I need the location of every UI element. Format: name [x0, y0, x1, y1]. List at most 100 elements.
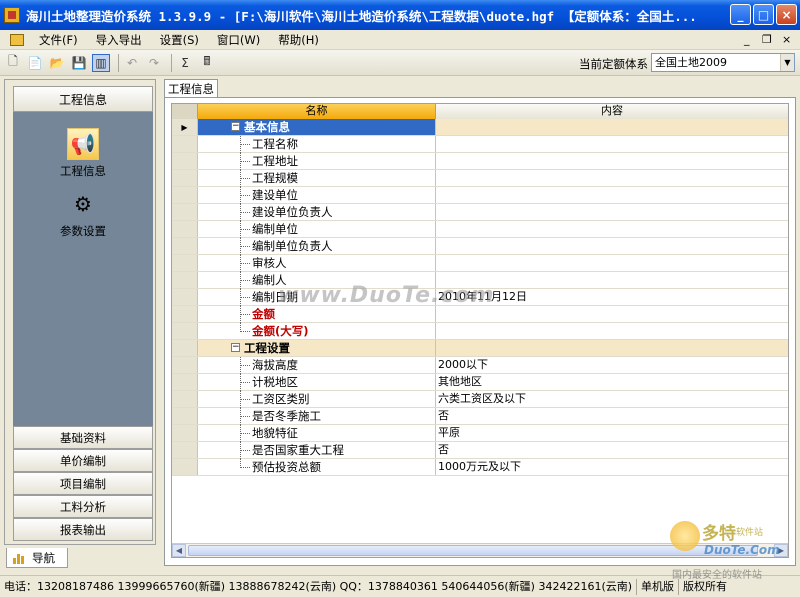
- nav-item-project-info[interactable]: 📢 工程信息: [13, 128, 153, 179]
- group-name-cell[interactable]: − 基本信息: [198, 119, 436, 135]
- property-name-cell[interactable]: 是否冬季施工: [198, 408, 436, 425]
- table-row[interactable]: 是否冬季施工 否: [172, 408, 788, 425]
- property-name-cell[interactable]: 建设单位负责人: [198, 204, 436, 221]
- property-value-cell[interactable]: [436, 136, 788, 152]
- scroll-right-icon[interactable]: ▶: [774, 544, 788, 557]
- row-indicator[interactable]: ▶: [172, 119, 198, 135]
- collapse-icon[interactable]: −: [231, 122, 240, 131]
- property-value-cell[interactable]: 平原: [436, 425, 788, 441]
- table-row[interactable]: 金额: [172, 306, 788, 323]
- property-value-cell[interactable]: 否: [436, 408, 788, 424]
- row-indicator[interactable]: [172, 442, 198, 458]
- property-value-cell[interactable]: 2000以下: [436, 357, 788, 373]
- table-row[interactable]: 地貌特征 平原: [172, 425, 788, 442]
- close-button[interactable]: ×: [776, 4, 797, 25]
- mdi-close-button[interactable]: ×: [782, 33, 791, 46]
- mdi-minimize-button[interactable]: _: [744, 33, 750, 46]
- row-indicator[interactable]: [172, 391, 198, 407]
- table-row[interactable]: 编制单位: [172, 221, 788, 238]
- nav-item-parameter-settings[interactable]: ⚙ 参数设置: [13, 188, 153, 239]
- row-indicator[interactable]: [172, 306, 198, 322]
- table-row[interactable]: 是否国家重大工程 否: [172, 442, 788, 459]
- table-row[interactable]: 建设单位负责人: [172, 204, 788, 221]
- mdi-restore-button[interactable]: ❐: [762, 33, 772, 46]
- property-name-cell[interactable]: 预估投资总额: [198, 459, 436, 475]
- property-value-cell[interactable]: 其他地区: [436, 374, 788, 390]
- table-row[interactable]: 金额(大写): [172, 323, 788, 340]
- row-indicator[interactable]: [172, 425, 198, 441]
- property-name-cell[interactable]: 海拔高度: [198, 357, 436, 374]
- property-value-cell[interactable]: [436, 272, 788, 288]
- property-value-cell[interactable]: [436, 238, 788, 254]
- property-name-cell[interactable]: 编制日期: [198, 289, 436, 306]
- property-value-cell[interactable]: 否: [436, 442, 788, 458]
- row-indicator[interactable]: [172, 357, 198, 373]
- sum-icon[interactable]: Σ: [176, 54, 194, 72]
- table-row[interactable]: 工资区类别 六类工资区及以下: [172, 391, 788, 408]
- property-value-cell[interactable]: [436, 323, 788, 339]
- row-indicator[interactable]: [172, 170, 198, 186]
- norm-system-select[interactable]: 全国土地2009 ▼: [651, 53, 795, 72]
- minimize-button[interactable]: _: [730, 4, 751, 25]
- table-row[interactable]: 预估投资总额 1000万元及以下: [172, 459, 788, 476]
- app-icon[interactable]: [4, 7, 20, 23]
- property-name-cell[interactable]: 编制单位负责人: [198, 238, 436, 255]
- new-document-icon[interactable]: 📄: [26, 54, 44, 72]
- nav-unit-price[interactable]: 单价编制: [13, 449, 153, 472]
- panel-toggle-icon[interactable]: ▥: [92, 53, 110, 72]
- undo-icon[interactable]: ↶: [123, 54, 141, 72]
- property-name-cell[interactable]: 计税地区: [198, 374, 436, 391]
- property-value-cell[interactable]: 1000万元及以下: [436, 459, 788, 475]
- group-row[interactable]: − 工程设置: [172, 340, 788, 357]
- horizontal-scrollbar[interactable]: ◀ ▶: [172, 543, 788, 557]
- row-indicator[interactable]: [172, 255, 198, 271]
- property-name-cell[interactable]: 工程名称: [198, 136, 436, 153]
- row-indicator[interactable]: [172, 187, 198, 203]
- property-value-cell[interactable]: [436, 204, 788, 220]
- table-row[interactable]: 建设单位: [172, 187, 788, 204]
- row-indicator[interactable]: [172, 153, 198, 169]
- document-icon[interactable]: [10, 33, 24, 46]
- menu-window[interactable]: 窗口(W): [208, 32, 269, 48]
- scrollbar-thumb[interactable]: [188, 545, 758, 556]
- table-row[interactable]: 审核人: [172, 255, 788, 272]
- table-row[interactable]: 编制人: [172, 272, 788, 289]
- menu-file[interactable]: 文件(F): [30, 32, 87, 48]
- row-indicator[interactable]: [172, 323, 198, 339]
- property-name-cell[interactable]: 金额(大写): [198, 323, 436, 339]
- nav-project-compile[interactable]: 项目编制: [13, 472, 153, 495]
- column-header-name[interactable]: 名称: [198, 104, 436, 119]
- row-indicator[interactable]: [172, 459, 198, 475]
- property-name-cell[interactable]: 建设单位: [198, 187, 436, 204]
- property-value-cell[interactable]: [436, 187, 788, 203]
- nav-tab[interactable]: 导航: [6, 548, 68, 568]
- row-indicator[interactable]: [172, 204, 198, 220]
- property-name-cell[interactable]: 编制人: [198, 272, 436, 289]
- table-row[interactable]: 编制单位负责人: [172, 238, 788, 255]
- row-indicator[interactable]: [172, 272, 198, 288]
- nav-report-output[interactable]: 报表输出: [13, 518, 153, 541]
- new-file-icon[interactable]: 🗋: [4, 54, 22, 72]
- nav-material-analysis[interactable]: 工料分析: [13, 495, 153, 518]
- menu-import-export[interactable]: 导入导出: [87, 32, 151, 48]
- table-row[interactable]: 工程地址: [172, 153, 788, 170]
- property-name-cell[interactable]: 工程地址: [198, 153, 436, 170]
- table-row[interactable]: 海拔高度 2000以下: [172, 357, 788, 374]
- redo-icon[interactable]: ↷: [145, 54, 163, 72]
- property-name-cell[interactable]: 工程规模: [198, 170, 436, 187]
- maximize-button[interactable]: □: [753, 4, 774, 25]
- property-value-cell[interactable]: [436, 255, 788, 271]
- row-indicator[interactable]: [172, 289, 198, 305]
- row-indicator[interactable]: [172, 374, 198, 390]
- title-bar[interactable]: 海川土地整理造价系统 1.3.9.9 - [F:\海川软件\海川土地造价系统\工…: [0, 0, 800, 30]
- table-row[interactable]: 编制日期 2010年11月12日: [172, 289, 788, 306]
- calculator-icon[interactable]: 🖩: [198, 54, 216, 72]
- group-content-cell[interactable]: [436, 340, 788, 356]
- table-row[interactable]: 工程名称: [172, 136, 788, 153]
- property-name-cell[interactable]: 审核人: [198, 255, 436, 272]
- property-name-cell[interactable]: 金额: [198, 306, 436, 323]
- group-name-cell[interactable]: − 工程设置: [198, 340, 436, 356]
- collapse-icon[interactable]: −: [231, 343, 240, 352]
- property-name-cell[interactable]: 是否国家重大工程: [198, 442, 436, 459]
- property-value-cell[interactable]: [436, 153, 788, 169]
